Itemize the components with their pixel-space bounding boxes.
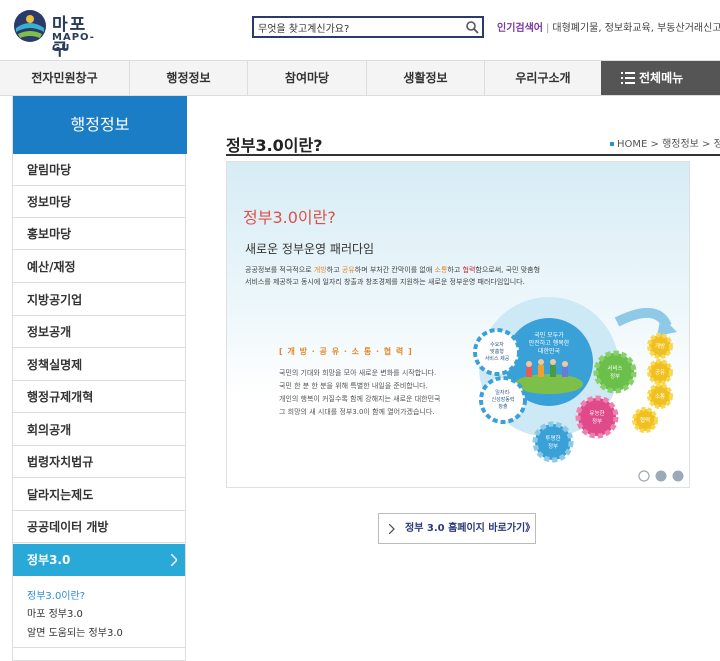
slide-indicator bbox=[638, 470, 684, 482]
tag-share-label: 공유 bbox=[655, 369, 665, 376]
circle-main-line: 국민 모두가 bbox=[534, 331, 564, 339]
slide-dot-1[interactable] bbox=[638, 470, 650, 482]
breadcrumb-text[interactable]: HOME > 행정정보 > 정부3.0 bbox=[617, 139, 720, 150]
gnb-item-participation[interactable]: 참여마당 bbox=[247, 61, 366, 95]
header: 마포구 MAPO-GU 인기검색어|대형폐기물, 정보화교육, 부동산거래신고,… bbox=[0, 0, 720, 60]
lnb-item-public-corp[interactable]: 지방공기업 bbox=[13, 284, 185, 316]
banner-body-line: 국민의 기대와 희망을 모아 새로운 변화를 시작합니다. bbox=[279, 369, 437, 377]
gear-bottom bbox=[532, 421, 574, 463]
lnb-item-disclosure[interactable]: 정보공개 bbox=[13, 316, 185, 348]
mapo-emblem-icon bbox=[14, 10, 46, 42]
banner-body-line: 그 희망의 새 시대를 정부3.0이 함께 열어가겠습니다. bbox=[279, 408, 435, 416]
banner-desc-part: 하고 bbox=[447, 266, 463, 274]
gear-smart bbox=[575, 395, 619, 439]
search-box bbox=[252, 16, 484, 38]
lnb-item-notice[interactable]: 알림마당 bbox=[13, 154, 185, 186]
lnb-item-policy-name[interactable]: 정책실명제 bbox=[13, 349, 185, 381]
lnb-title: 행정정보 bbox=[13, 96, 187, 154]
banner-subtitle: 새로운 정부운영 패러다임 bbox=[245, 242, 375, 256]
popular-keywords: 인기검색어|대형폐기물, 정보화교육, 부동산거래신고, 폐기물 bbox=[497, 19, 720, 34]
gear-bottom-line: 정부 bbox=[548, 443, 558, 450]
popular-title: 인기검색어 bbox=[497, 23, 543, 34]
tag-comm-label: 소통 bbox=[655, 393, 665, 400]
slide-dot-2[interactable] bbox=[655, 470, 667, 482]
lnb-sub-what-is[interactable]: 정부3.0이란? bbox=[27, 587, 85, 602]
banner-body-line: 개인의 행복이 커질수록 함께 강해지는 새로운 대한민국 bbox=[279, 395, 441, 403]
banner-body-line: 국민 한 분 한 분을 위해 특별한 내일을 준비합니다. bbox=[279, 382, 428, 390]
gear-left-2-line: 일자리· bbox=[495, 389, 511, 396]
breadcrumb: HOME > 행정정보 > 정부3.0 bbox=[610, 135, 720, 150]
gnb-item-admin[interactable]: 행정정보 bbox=[129, 61, 247, 95]
gov30-banner: 정부3.0이란? 새로운 정부운영 패러다임 공공정보를 적극적으로 개방하고 … bbox=[226, 161, 690, 488]
menu-list-icon bbox=[621, 72, 635, 84]
mapo-logo[interactable]: 마포구 MAPO-GU bbox=[12, 8, 102, 60]
gear-service bbox=[593, 350, 637, 394]
gear-smart-line: 유능한 bbox=[589, 410, 604, 417]
circle-main-line: 안전하고 행복한 bbox=[529, 339, 570, 347]
banner-description: 공공정보를 적극적으로 개방하고 공유하며 부처간 칸막이를 없애 소통하고 협… bbox=[245, 264, 545, 288]
logo-english: MAPO-GU bbox=[52, 32, 95, 54]
lnb-sub-helpful[interactable]: 알면 도움되는 정부3.0 bbox=[27, 624, 123, 639]
lnb-item-budget[interactable]: 예산/재정 bbox=[13, 251, 185, 283]
gnb-item-about[interactable]: 우리구소개 bbox=[484, 61, 601, 95]
gear-left-1-line: 서비스 제공 bbox=[485, 355, 510, 362]
banner-body: 국민의 기대와 희망을 모아 새로운 변화를 시작합니다. 국민 한 분 한 분… bbox=[279, 367, 469, 419]
lnb-item-changes[interactable]: 달라지는제도 bbox=[13, 479, 185, 511]
gear-left-2-line: 창출 bbox=[498, 403, 508, 410]
tag-open-label: 개방 bbox=[655, 342, 665, 350]
banner-kw-comm: 소통 bbox=[434, 266, 448, 274]
search-input[interactable] bbox=[258, 20, 458, 34]
gov30-infographic: 국민 모두가 안전하고 행복한 대한민국 수요자 맞춤형 서비스 제공 일자리·… bbox=[473, 297, 677, 463]
tag-coop-label: 협력 bbox=[640, 416, 650, 424]
left-nav: 행정정보 알림마당 정보마당 홍보마당 예산/재정 지방공기업 정보공개 정책실… bbox=[12, 96, 187, 661]
banner-title: 정부3.0이란? bbox=[243, 208, 336, 227]
chevron-right-icon bbox=[389, 524, 395, 534]
gov30-homepage-label: 정부 3.0 홈페이지 바로가기》 bbox=[405, 523, 536, 534]
banner-desc-part: 하고 bbox=[326, 266, 342, 274]
lnb-item-open-data[interactable]: 공공데이터 개방 bbox=[13, 511, 185, 543]
lnb-sub-mapo[interactable]: 마포 정부3.0 bbox=[27, 605, 83, 620]
banner-kw-open: 개방 bbox=[313, 266, 327, 274]
lnb-item-meeting[interactable]: 회의공개 bbox=[13, 414, 185, 446]
gnb-item-civil[interactable]: 전자민원창구 bbox=[0, 61, 129, 95]
circle-main-line: 대한민국 bbox=[538, 347, 561, 355]
gear-left-1-line: 수요자 bbox=[490, 341, 504, 348]
gov30-homepage-button[interactable]: 정부 3.0 홈페이지 바로가기》 bbox=[378, 513, 536, 544]
breadcrumb-dot bbox=[610, 142, 614, 146]
gnb-item-life[interactable]: 생활정보 bbox=[366, 61, 484, 95]
lnb-item-regulation[interactable]: 행정규제개혁 bbox=[13, 381, 185, 413]
chevron-right-icon bbox=[171, 554, 177, 566]
all-menu-label: 전체메뉴 bbox=[639, 71, 684, 85]
search-icon[interactable] bbox=[465, 20, 479, 34]
popular-divider: | bbox=[546, 23, 550, 34]
global-nav: 전자민원창구 행정정보 참여마당 생활정보 우리구소개 전체메뉴 bbox=[0, 60, 720, 96]
lnb-divider bbox=[13, 647, 185, 648]
lnb-item-laws[interactable]: 법령자치법규 bbox=[13, 446, 185, 478]
gear-left-2-line: 신성장동력 bbox=[491, 396, 514, 403]
banner-kw-coop: 협력 bbox=[462, 266, 476, 274]
banner-desc-part: 하며 부처간 칸막이를 없애 bbox=[354, 266, 435, 274]
lnb-item-promo[interactable]: 홍보마당 bbox=[13, 218, 185, 250]
banner-kw-share: 공유 bbox=[341, 266, 355, 274]
slide-dot-3[interactable] bbox=[672, 470, 684, 482]
banner-keywords: [ 개 방 · 공 유 · 소 통 · 협 력 ] bbox=[279, 347, 413, 356]
all-menu-button[interactable]: 전체메뉴 bbox=[601, 61, 720, 95]
page-title: 정부3.0이란? bbox=[226, 136, 323, 155]
popular-list[interactable]: 대형폐기물, 정보화교육, 부동산거래신고, 폐기물 bbox=[552, 23, 720, 34]
title-underline bbox=[226, 154, 720, 156]
gear-smart-line: 정부 bbox=[592, 418, 602, 425]
gear-bottom-line: 투명한 bbox=[545, 435, 560, 442]
lnb-item-info[interactable]: 정보마당 bbox=[13, 186, 185, 218]
gear-service-line: 서비스 bbox=[607, 364, 622, 372]
gear-left-1-line: 맞춤형 bbox=[490, 348, 504, 355]
banner-desc-part: 공공정보를 적극적으로 bbox=[245, 266, 314, 274]
gear-service-line: 정부 bbox=[610, 373, 620, 380]
lnb-item-gov30[interactable]: 정부3.0 bbox=[13, 544, 185, 576]
lnb-item-gov30-label: 정부3.0 bbox=[27, 553, 71, 567]
